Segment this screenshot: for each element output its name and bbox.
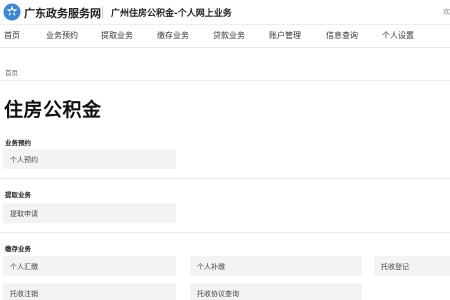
header-divider <box>102 6 103 18</box>
card-collection-cancellation[interactable]: 托收注销 <box>3 283 176 300</box>
section-divider <box>0 232 450 233</box>
gov-logo-icon[interactable] <box>3 3 21 21</box>
nav-item-query[interactable]: 信息查询 <box>326 30 358 41</box>
nav-item-settings[interactable]: 个人设置 <box>382 30 414 41</box>
card-collection-agreement-query[interactable]: 托收协议查询 <box>190 283 362 300</box>
nav-item-withdrawal[interactable]: 提取业务 <box>101 30 133 41</box>
card-personal-supplementary[interactable]: 个人补缴 <box>190 256 362 276</box>
header-corner-text[interactable]: 欢 <box>443 7 450 17</box>
nav-item-appointment[interactable]: 业务预约 <box>46 30 78 41</box>
card-withdrawal-application[interactable]: 提取申请 <box>3 203 176 223</box>
card-label: 个人预约 <box>10 156 38 164</box>
nav-item-account[interactable]: 账户管理 <box>269 30 301 41</box>
nav-item-deposit[interactable]: 缴存业务 <box>157 30 189 41</box>
brand-name[interactable]: 广东政务服务网 <box>24 5 101 21</box>
page-title: 住房公积金 <box>4 99 102 121</box>
site-title: 广州住房公积金-个人网上业务 <box>111 9 232 19</box>
section-title-deposit: 缴存业务 <box>5 245 31 253</box>
breadcrumb[interactable]: 首页 <box>5 67 18 77</box>
nav-item-loan[interactable]: 贷款业务 <box>213 30 245 41</box>
card-label: 个人补缴 <box>197 263 225 271</box>
main-nav: 首页 业务预约 提取业务 缴存业务 贷款业务 账户管理 信息查询 个人设置 <box>0 25 450 48</box>
page: 广东政务服务网 广州住房公积金-个人网上业务 欢 首页 业务预约 提取业务 缴存… <box>0 0 450 300</box>
card-label: 托收注销 <box>10 290 38 298</box>
card-label: 托收协议查询 <box>197 290 239 298</box>
card-collection-registration[interactable]: 托收登记 <box>374 256 450 276</box>
breadcrumb-divider <box>0 80 450 81</box>
section-title-withdrawal: 提取业务 <box>5 191 31 199</box>
card-label: 个人汇缴 <box>10 263 38 271</box>
card-personal-remittance[interactable]: 个人汇缴 <box>3 256 176 276</box>
section-divider <box>0 178 450 179</box>
nav-item-home[interactable]: 首页 <box>4 30 20 41</box>
top-header: 广东政务服务网 广州住房公积金-个人网上业务 欢 <box>0 0 450 25</box>
card-personal-appointment[interactable]: 个人预约 <box>3 149 176 169</box>
section-title-appointment: 业务预约 <box>5 139 31 147</box>
card-label: 托收登记 <box>381 263 409 271</box>
card-label: 提取申请 <box>10 210 38 218</box>
